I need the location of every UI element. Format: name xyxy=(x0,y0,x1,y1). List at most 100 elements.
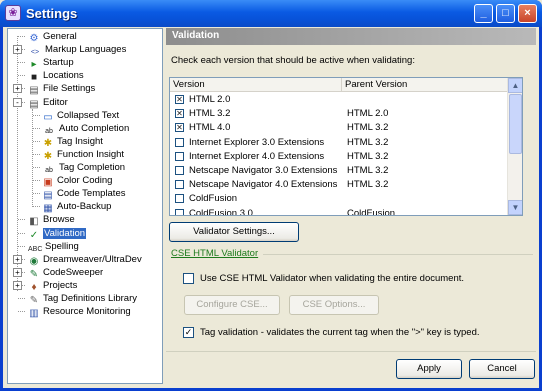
tree-line xyxy=(18,245,25,247)
parent-version-cell: HTML 3.2 xyxy=(347,179,389,191)
version-row[interactable]: Netscape Navigator 4.0 Extensions HTML 3.… xyxy=(170,178,508,192)
tree-item-label: Dreamweaver/UltraDev xyxy=(43,253,142,265)
cse-options-button[interactable]: CSE Options... xyxy=(289,295,379,315)
use-cse-checkbox[interactable] xyxy=(183,273,194,284)
tree-item[interactable]: ab Tag Completion xyxy=(42,161,125,174)
instruction-text: Check each version that should be active… xyxy=(171,55,415,66)
parent-version-cell: HTML 3.2 xyxy=(347,150,389,162)
column-header-parent-version[interactable]: Parent Version xyxy=(342,78,508,92)
use-cse-label: Use CSE HTML Validator when validating t… xyxy=(200,273,465,284)
separator xyxy=(263,254,533,255)
tree-item[interactable]: ▣ Color Coding xyxy=(42,174,112,188)
tree-line xyxy=(33,114,40,116)
tree-item[interactable]: ✎ Tag Definitions Library xyxy=(28,292,137,306)
tree-item-label: Collapsed Text xyxy=(57,109,120,121)
version-checkbox[interactable] xyxy=(175,166,184,175)
tree-line xyxy=(33,153,40,155)
maximize-button[interactable]: □ xyxy=(496,4,515,23)
version-row[interactable]: ✕ HTML 2.0 xyxy=(170,93,508,107)
version-row[interactable]: ✕ HTML 3.2 HTML 2.0 xyxy=(170,107,508,121)
parent-version-cell: HTML 3.2 xyxy=(347,165,389,176)
tree-item[interactable]: ▸ Startup xyxy=(28,56,73,70)
version-cell: ColdFusion 3.0 xyxy=(189,207,253,216)
tree-item[interactable]: ▥ Resource Monitoring xyxy=(28,305,130,319)
tree-item[interactable]: <> Markup Languages xyxy=(28,43,126,56)
tag-validation-checkbox[interactable]: ✓ xyxy=(183,327,194,338)
tree-item[interactable]: ◉ Dreamweaver/UltraDev xyxy=(28,253,142,267)
tree-item-label: Browse xyxy=(43,214,75,226)
version-checkbox[interactable] xyxy=(175,137,184,147)
version-checkbox[interactable] xyxy=(175,180,184,190)
tag-validation-label: Tag validation - validates the current t… xyxy=(200,327,480,338)
window-title: Settings xyxy=(26,6,78,21)
version-cell: HTML 4.0 xyxy=(189,122,231,134)
tree-item[interactable]: ✱ Tag Insight xyxy=(42,135,103,149)
tree-item[interactable]: ✎ CodeSweeper xyxy=(28,266,103,280)
version-checkbox[interactable]: ✕ xyxy=(175,109,184,119)
tree-line xyxy=(33,140,40,142)
column-header-version[interactable]: Version xyxy=(170,78,342,92)
version-list[interactable]: Version Parent Version ✕ HTML 2.0 ✕ HTML 3.… xyxy=(169,77,523,216)
scroll-up-arrow-icon[interactable]: ▲ xyxy=(508,78,522,93)
cancel-button[interactable]: Cancel xyxy=(469,359,535,379)
version-cell: HTML 2.0 xyxy=(189,94,231,105)
scroll-thumb[interactable] xyxy=(509,94,522,154)
version-row[interactable]: Netscape Navigator 3.0 Extensions HTML 3.… xyxy=(170,164,508,178)
tree-item[interactable]: ♦ Projects xyxy=(28,279,77,293)
settings-tree[interactable]: ⚙ General + <> Markup Languages ▸ Startup ■ Loca… xyxy=(7,28,163,384)
close-button[interactable]: × xyxy=(518,4,537,23)
tree-item-label: Editor xyxy=(43,96,68,108)
tree-item[interactable]: ABC Spelling xyxy=(28,240,79,253)
expand-icon[interactable]: + xyxy=(13,45,22,55)
tree-item-label: Auto-Backup xyxy=(57,201,112,213)
tree-line xyxy=(18,311,25,313)
tree-line xyxy=(18,75,25,77)
panel-header: Validation xyxy=(166,28,536,45)
tree-item[interactable]: ⚙ General xyxy=(28,30,77,44)
version-checkbox[interactable]: ✕ xyxy=(175,95,184,104)
minimize-button[interactable]: _ xyxy=(474,4,493,23)
tree-line xyxy=(18,232,25,234)
tree-line xyxy=(33,206,40,208)
tree-item[interactable]: ▭ Collapsed Text xyxy=(42,109,120,123)
expand-icon[interactable]: + xyxy=(13,84,22,94)
apply-button[interactable]: Apply xyxy=(396,359,462,379)
validator-settings-button[interactable]: Validator Settings... xyxy=(169,222,299,242)
tree-item-label: Tag Completion xyxy=(59,162,126,173)
version-checkbox[interactable] xyxy=(175,194,184,204)
expand-icon[interactable]: + xyxy=(13,254,22,264)
tree-item[interactable]: ab Auto Completion xyxy=(42,122,129,135)
version-row[interactable]: Internet Explorer 3.0 Extensions HTML 3.2 xyxy=(170,136,508,150)
expand-icon[interactable]: + xyxy=(13,280,22,290)
version-list-scrollbar[interactable]: ▲ ▼ xyxy=(507,78,522,215)
version-row[interactable]: ColdFusion xyxy=(170,192,508,206)
tree-item[interactable]: ✓ Validation xyxy=(28,227,87,241)
cse-html-validator-link[interactable]: CSE HTML Validator xyxy=(171,248,258,259)
tree-item-label: Validation xyxy=(43,227,87,239)
tree-item[interactable]: ■ Locations xyxy=(28,69,84,83)
version-checkbox[interactable]: ✕ xyxy=(175,123,184,133)
tree-line xyxy=(33,180,40,182)
version-row[interactable]: ✕ HTML 4.0 HTML 3.2 xyxy=(170,121,508,135)
scroll-down-arrow-icon[interactable]: ▼ xyxy=(508,200,522,215)
title-bar[interactable]: ❀ Settings _ □ × xyxy=(0,0,542,27)
expand-icon[interactable]: + xyxy=(13,267,22,277)
tree-item[interactable]: ✱ Function Insight xyxy=(42,148,124,162)
tree-item[interactable]: ▤ Code Templates xyxy=(42,187,126,201)
version-row[interactable]: ColdFusion 3.0 ColdFusion xyxy=(170,207,508,216)
version-checkbox[interactable] xyxy=(175,151,184,161)
tree-item[interactable]: ▦ Auto-Backup xyxy=(42,200,112,214)
collapse-icon[interactable]: - xyxy=(13,97,22,107)
tree-item[interactable]: ◧ Browse xyxy=(28,213,75,227)
version-cell: Netscape Navigator 3.0 Extensions xyxy=(189,165,338,176)
parent-version-cell: HTML 3.2 xyxy=(347,122,389,134)
configure-cse-button[interactable]: Configure CSE... xyxy=(184,295,280,315)
version-checkbox[interactable] xyxy=(175,208,184,215)
tree-item[interactable]: ▤ Editor xyxy=(28,96,68,110)
tree-item-label: Tag Insight xyxy=(57,135,103,147)
tree-item-label: Code Templates xyxy=(57,188,126,200)
tree-item[interactable]: ▤ File Settings xyxy=(28,82,95,96)
parent-version-cell: ColdFusion xyxy=(347,207,396,216)
footer-separator xyxy=(166,351,536,352)
version-row[interactable]: Internet Explorer 4.0 Extensions HTML 3.2 xyxy=(170,150,508,164)
